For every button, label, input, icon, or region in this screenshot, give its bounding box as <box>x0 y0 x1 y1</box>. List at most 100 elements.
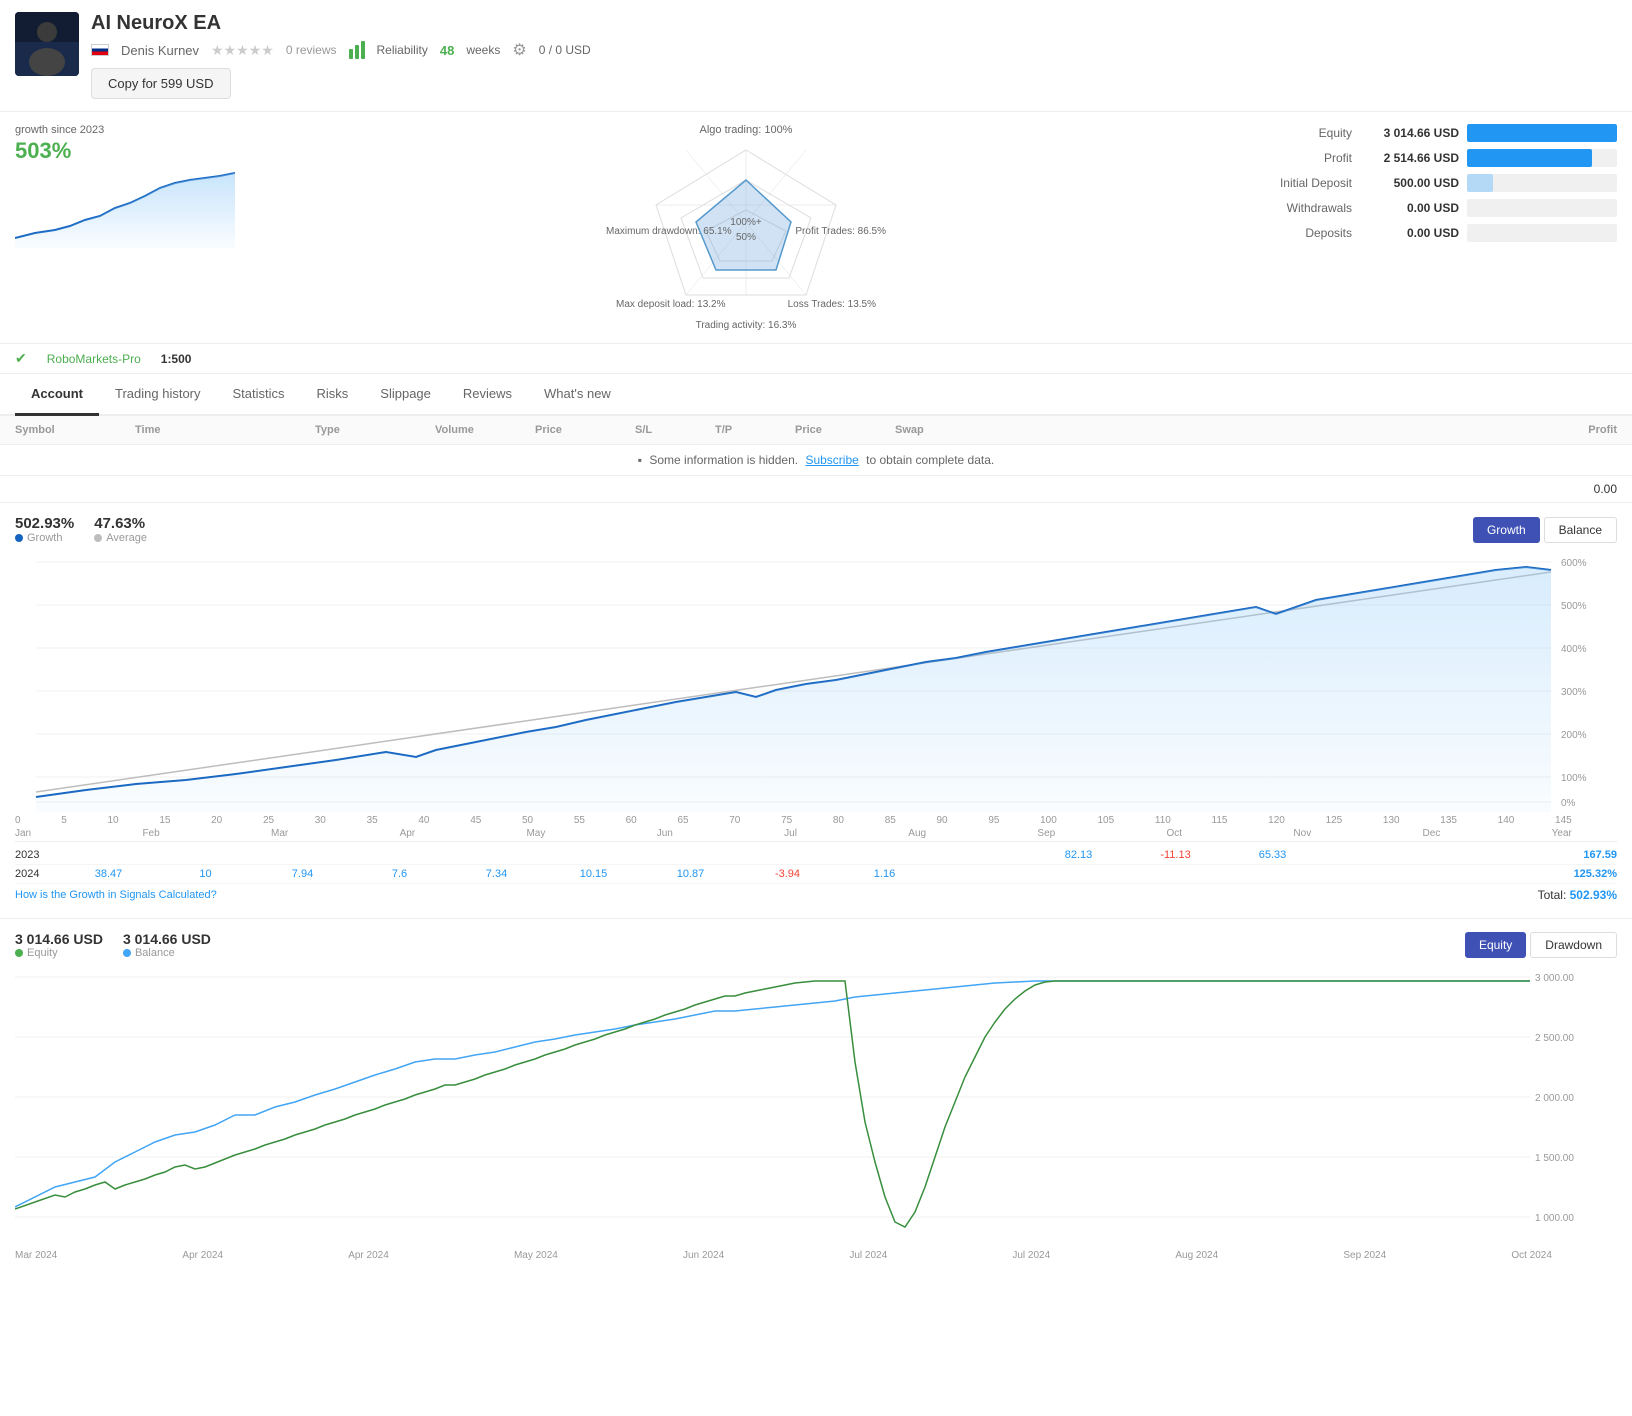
svg-text:200%: 200% <box>1561 730 1587 741</box>
svg-text:300%: 300% <box>1561 687 1587 698</box>
withdrawals-label: Withdrawals <box>1247 201 1362 215</box>
growth-chart-section: 502.93% Growth 47.63% Average Growth Bal… <box>0 503 1632 919</box>
col-symbol: Symbol <box>15 424 135 436</box>
svg-text:100%+: 100%+ <box>730 217 762 228</box>
equity-btn[interactable]: Equity <box>1465 932 1526 958</box>
col-type: Type <box>315 424 435 436</box>
equity-label: Equity <box>1247 126 1362 140</box>
svg-text:2 000.00: 2 000.00 <box>1535 1093 1574 1104</box>
equity-row-profit: Profit 2 514.66 USD <box>1247 149 1617 167</box>
equity-chart-value1: 3 014.66 USD <box>15 931 103 947</box>
col-time: Time <box>135 424 315 436</box>
equity-month-labels: Mar 2024 Apr 2024 Apr 2024 May 2024 Jun … <box>15 1247 1552 1264</box>
month-labels: Jan Feb Mar Apr May Jun Jul Aug Sep Oct … <box>15 826 1572 841</box>
equity-row-deposit: Initial Deposit 500.00 USD <box>1247 174 1617 192</box>
author-name: Denis Kurnev <box>121 43 199 58</box>
loss-trades-label: Loss Trades: 13.5% <box>788 299 876 310</box>
svg-text:1 000.00: 1 000.00 <box>1535 1213 1574 1224</box>
tab-reviews[interactable]: Reviews <box>447 374 528 416</box>
equity-row-equity: Equity 3 014.66 USD <box>1247 124 1617 142</box>
balance-icon: ⚙ <box>512 40 526 60</box>
algo-trading-label: Algo trading: 100% <box>700 124 793 136</box>
equity-chart-section: 3 014.66 USD Equity 3 014.66 USD Balance… <box>0 919 1632 1276</box>
deposit-label: Initial Deposit <box>1247 176 1362 190</box>
growth-stat-value: 502.93% <box>15 515 74 532</box>
balance-btn[interactable]: Balance <box>1544 517 1617 543</box>
col-profit: Profit <box>995 424 1617 436</box>
growth-chart-svg: 600% 500% 400% 300% 200% 100% 0% <box>15 552 1617 812</box>
equity-row-deposits: Deposits 0.00 USD <box>1247 224 1617 242</box>
header: AI NeuroX EA Denis Kurnev ★★★★★ 0 review… <box>0 0 1632 112</box>
year-row-2024: 2024 38.47 10 7.94 7.6 7.34 10.15 10.87 … <box>15 865 1617 884</box>
growth-stat-label: Growth <box>27 532 62 544</box>
profit-total-row: 0.00 <box>0 476 1632 503</box>
profit-trades-label: Profit Trades: 86.5% <box>795 226 886 237</box>
svg-text:0%: 0% <box>1561 798 1576 809</box>
tab-statistics[interactable]: Statistics <box>217 374 301 416</box>
reliability-label: Reliability <box>377 43 428 57</box>
subscribe-link[interactable]: Subscribe <box>805 453 858 467</box>
leverage-value: 1:500 <box>161 352 192 366</box>
profit-label: Profit <box>1247 151 1362 165</box>
equity-chart-svg: 3 000.00 2 500.00 2 000.00 1 500.00 1 00… <box>15 967 1575 1247</box>
avatar-image <box>15 12 79 76</box>
mini-chart <box>15 168 235 248</box>
growth-value: 503% <box>15 138 245 164</box>
growth-btn[interactable]: Growth <box>1473 517 1540 543</box>
header-title: AI NeuroX EA <box>91 12 1617 35</box>
header-info: AI NeuroX EA Denis Kurnev ★★★★★ 0 review… <box>91 12 1617 99</box>
deposits-value: 0.00 USD <box>1362 226 1467 240</box>
hidden-message: Some information is hidden. <box>649 453 798 467</box>
col-volume: Volume <box>435 424 535 436</box>
how-link[interactable]: How is the Growth in Signals Calculated? <box>15 889 217 901</box>
tab-whats-new[interactable]: What's new <box>528 374 627 416</box>
equity-section: Equity 3 014.66 USD Profit 2 514.66 USD … <box>1247 124 1617 249</box>
svg-text:3 000.00: 3 000.00 <box>1535 973 1574 984</box>
reliability-icon <box>349 41 365 59</box>
tab-slippage[interactable]: Slippage <box>364 374 447 416</box>
avatar <box>15 12 79 76</box>
growth-since-label: growth since 2023 <box>15 124 245 136</box>
svg-text:2 500.00: 2 500.00 <box>1535 1033 1574 1044</box>
col-sl: S/L <box>635 424 715 436</box>
equity-chart-value2: 3 014.66 USD <box>123 931 211 947</box>
hidden-icon: ▪ <box>638 453 642 467</box>
hidden-message2: to obtain complete data. <box>866 453 994 467</box>
profit-total-value: 0.00 <box>1594 482 1617 496</box>
weeks-value: 48 <box>440 43 454 58</box>
drawdown-btn[interactable]: Drawdown <box>1530 932 1617 958</box>
svg-text:1 500.00: 1 500.00 <box>1535 1153 1574 1164</box>
tabs-bar: Account Trading history Statistics Risks… <box>0 374 1632 416</box>
broker-row: ✔ RoboMarkets-Pro 1:500 <box>0 344 1632 374</box>
col-tp: T/P <box>715 424 795 436</box>
tab-risks[interactable]: Risks <box>301 374 365 416</box>
chart-toggle-buttons: Growth Balance <box>1473 517 1617 543</box>
col-price2: Price <box>795 424 895 436</box>
table-header: Symbol Time Type Volume Price S/L T/P Pr… <box>0 416 1632 445</box>
tab-account[interactable]: Account <box>15 374 99 416</box>
hidden-info: ▪ Some information is hidden. Subscribe … <box>0 445 1632 476</box>
avg-stat-value: 47.63% <box>94 515 147 532</box>
author-flag <box>91 44 109 56</box>
balance-value: 0 / 0 USD <box>539 43 591 57</box>
equity-value: 3 014.66 USD <box>1362 126 1467 140</box>
broker-link[interactable]: RoboMarkets-Pro <box>47 352 141 366</box>
copy-button[interactable]: Copy for 599 USD <box>91 68 231 99</box>
reviews-count: 0 reviews <box>286 43 337 57</box>
max-deposit-load-label: Max deposit load: 13.2% <box>616 299 726 310</box>
radar-section: Algo trading: 100% 100%+ 50% Maximum <box>255 124 1237 331</box>
withdrawals-value: 0.00 USD <box>1362 201 1467 215</box>
total-row: Total: 502.93% <box>1538 888 1617 902</box>
col-price: Price <box>535 424 635 436</box>
svg-text:500%: 500% <box>1561 601 1587 612</box>
stats-row: growth since 2023 503% Algo trading: 100… <box>0 112 1632 344</box>
svg-text:400%: 400% <box>1561 644 1587 655</box>
x-axis-numbers: 0510152025303540455055606570758085909510… <box>15 812 1572 826</box>
year-rows: 2023 82.13 -11.13 65.33 167.59 2024 38.4… <box>15 841 1617 884</box>
verified-icon: ✔ <box>15 350 27 367</box>
star-rating: ★★★★★ <box>211 42 274 59</box>
equity-toggle-buttons: Equity Drawdown <box>1465 932 1617 958</box>
max-drawdown-label: Maximum drawdown: 65.1% <box>606 226 732 237</box>
tab-trading-history[interactable]: Trading history <box>99 374 217 416</box>
mini-chart-section: growth since 2023 503% <box>15 124 245 251</box>
